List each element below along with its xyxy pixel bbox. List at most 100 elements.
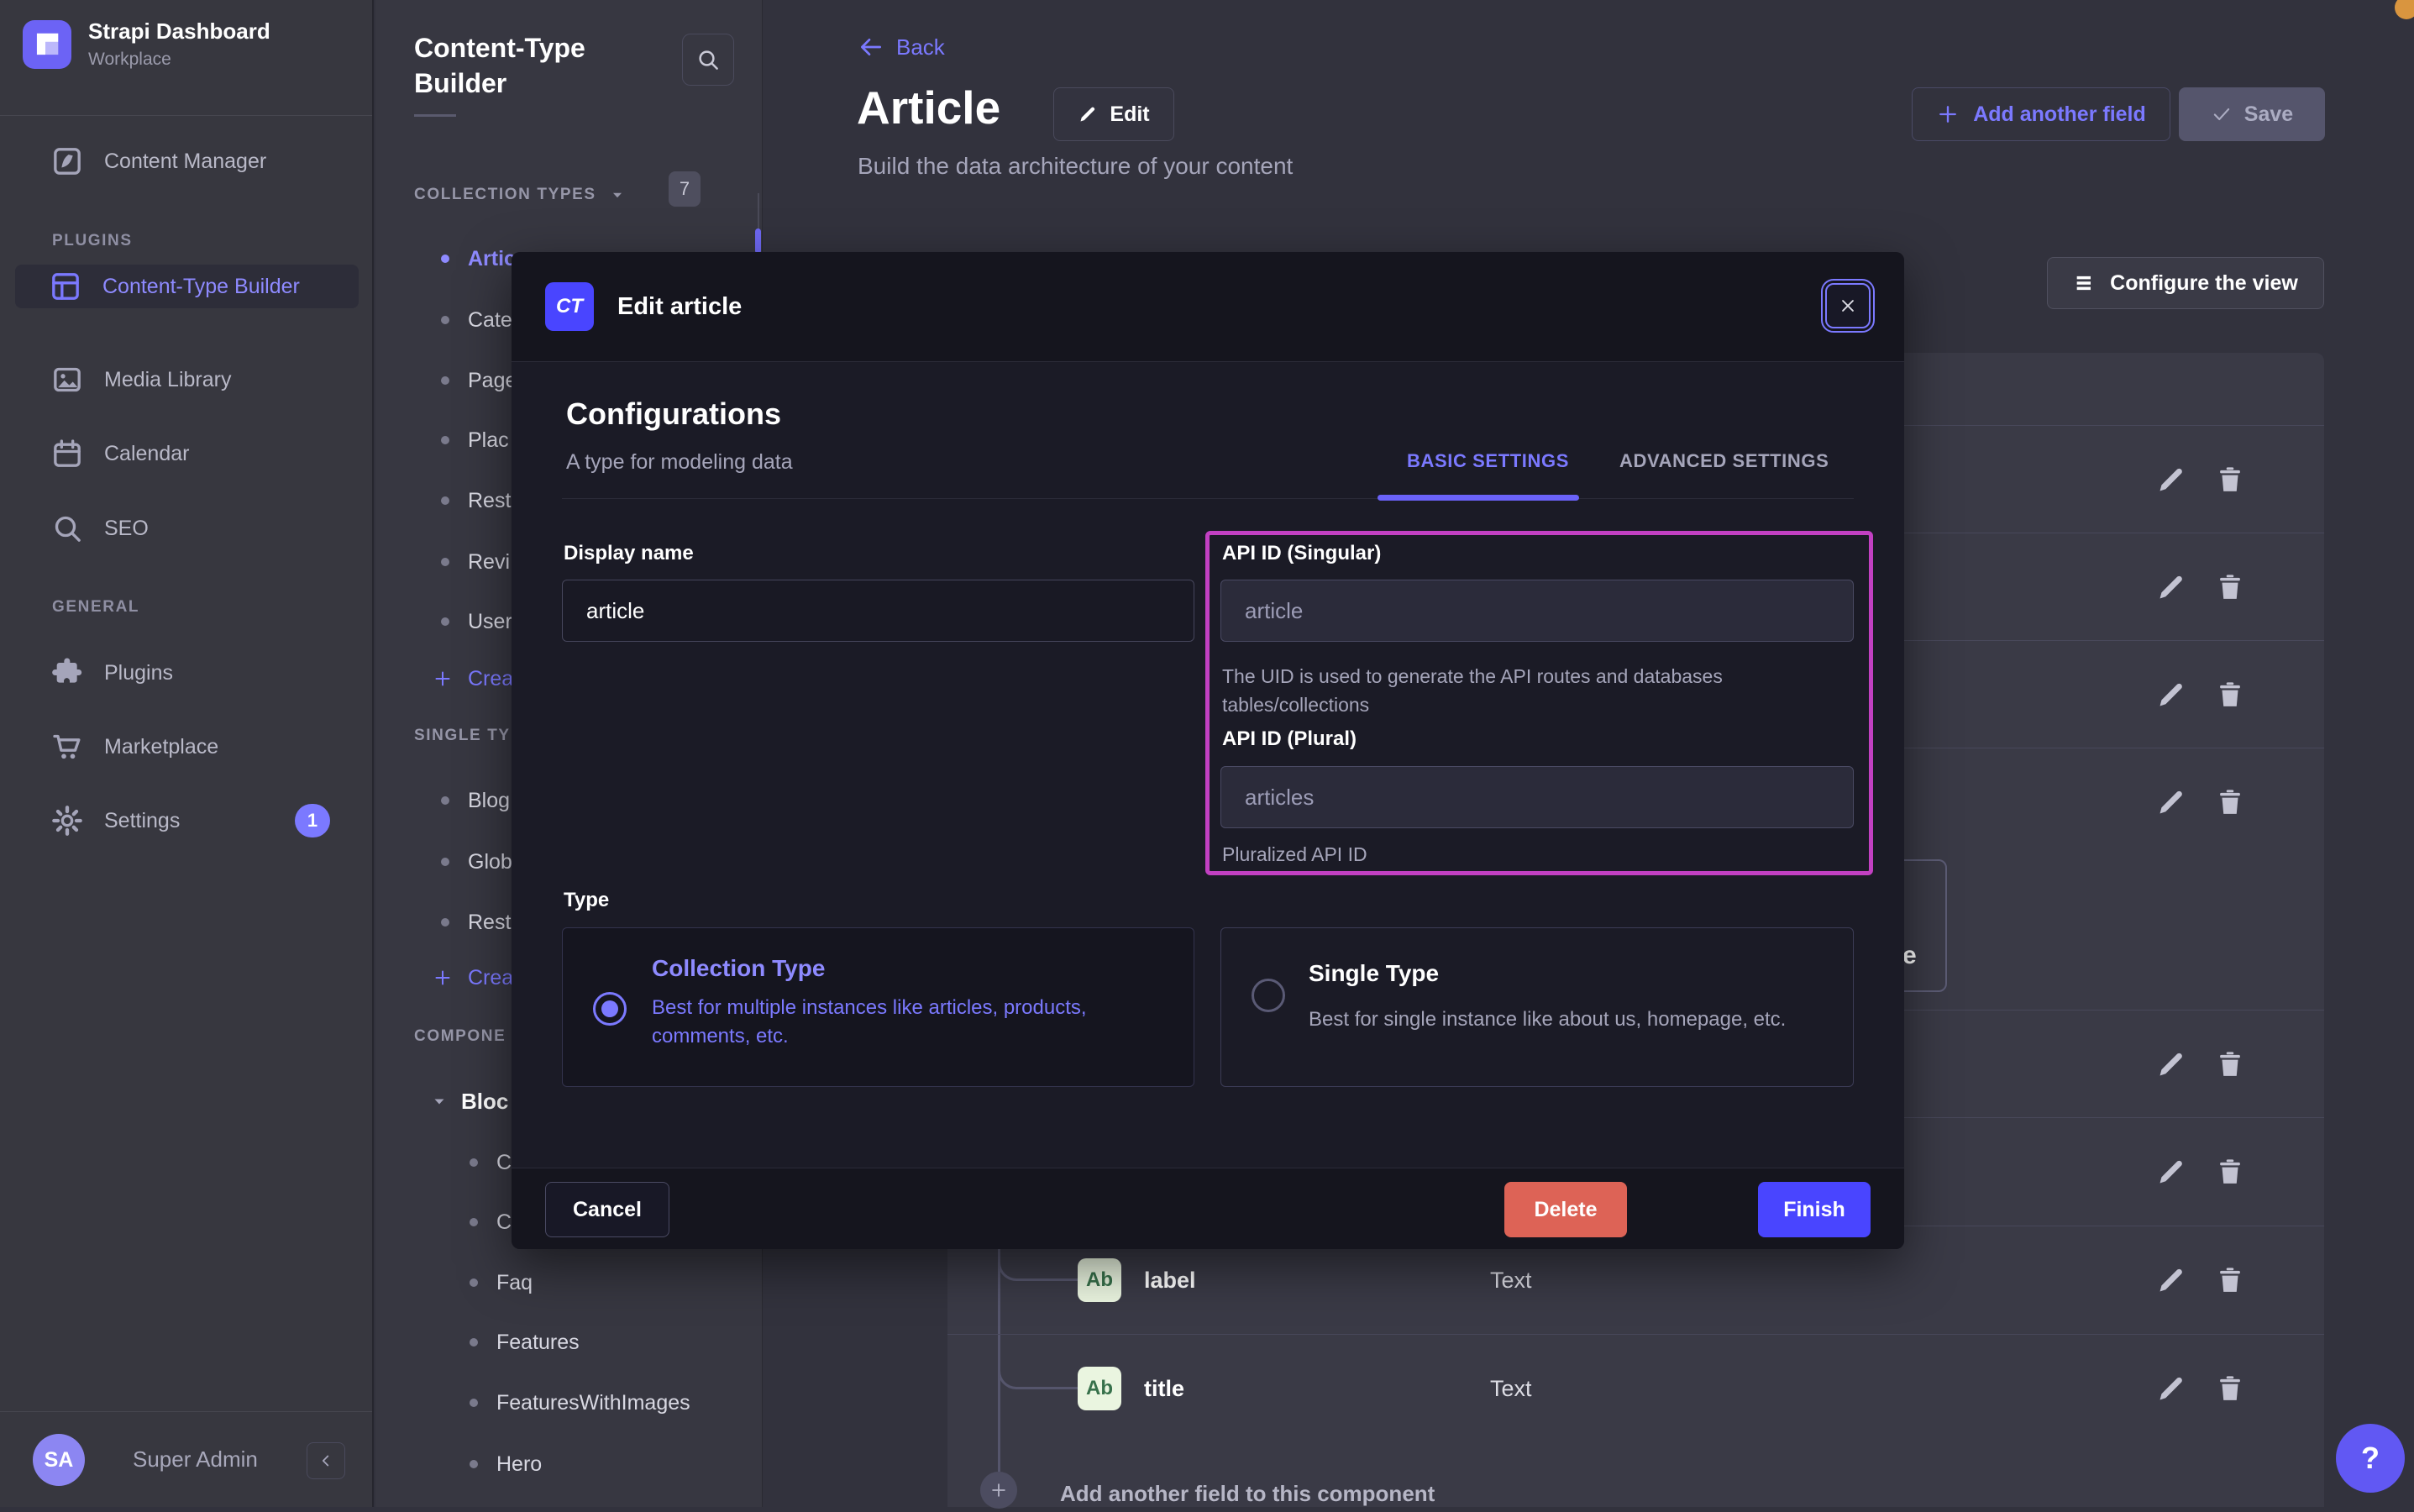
edit-field-icon[interactable] bbox=[2155, 464, 2187, 496]
bullet-icon bbox=[441, 496, 449, 505]
edit-field-icon[interactable] bbox=[2155, 1264, 2187, 1296]
sidebar-item-label: Settings bbox=[104, 809, 180, 833]
configure-view-button[interactable]: Configure the view bbox=[2047, 257, 2324, 309]
collection-type-option[interactable]: Collection Type Best for multiple instan… bbox=[562, 927, 1194, 1087]
builder-item-label: Cate bbox=[468, 308, 512, 333]
delete-field-icon[interactable] bbox=[2214, 1373, 2246, 1404]
seo-search-icon bbox=[50, 512, 84, 545]
cancel-button[interactable]: Cancel bbox=[545, 1182, 669, 1237]
list-menu-icon bbox=[2073, 271, 2097, 295]
tab-basic-settings[interactable]: BASIC SETTINGS bbox=[1407, 450, 1569, 472]
edit-button[interactable]: Edit bbox=[1053, 87, 1174, 141]
title-divider bbox=[414, 114, 456, 117]
add-field-plus-button[interactable] bbox=[980, 1472, 1017, 1509]
component-item[interactable]: Features bbox=[375, 1322, 763, 1362]
edit-field-icon[interactable] bbox=[2155, 1156, 2187, 1188]
component-partial-label: e bbox=[1902, 942, 1917, 970]
finish-button[interactable]: Finish bbox=[1758, 1182, 1871, 1237]
builder-item-label: FeaturesWithImages bbox=[496, 1391, 690, 1415]
delete-field-icon[interactable] bbox=[2214, 464, 2246, 496]
bullet-icon bbox=[441, 796, 449, 805]
builder-panel-title: Content-Type Builder bbox=[414, 30, 666, 101]
sidebar-item-settings[interactable]: Settings 1 bbox=[0, 794, 374, 848]
bullet-icon bbox=[470, 1460, 478, 1468]
api-id-singular-input[interactable] bbox=[1220, 580, 1854, 642]
edit-field-icon[interactable] bbox=[2155, 679, 2187, 711]
single-type-description: Best for single instance like about us, … bbox=[1309, 1005, 1786, 1034]
search-icon bbox=[695, 47, 721, 72]
add-component-field-label[interactable]: Add another field to this component bbox=[1060, 1475, 1435, 1512]
edit-field-icon[interactable] bbox=[2155, 571, 2187, 603]
recording-indicator-dot bbox=[2395, 0, 2414, 19]
add-another-field-button[interactable]: Add another field bbox=[1912, 87, 2170, 141]
check-icon bbox=[2211, 103, 2233, 125]
tab-advanced-settings[interactable]: ADVANCED SETTINGS bbox=[1619, 450, 1829, 472]
general-section-label: GENERAL bbox=[52, 598, 139, 617]
builder-item-label: Page bbox=[468, 369, 517, 393]
field-name: label bbox=[1144, 1268, 1196, 1294]
delete-button[interactable]: Delete bbox=[1504, 1182, 1627, 1237]
back-link[interactable]: Back bbox=[858, 34, 945, 60]
section-header-label: SINGLE TY bbox=[414, 727, 511, 745]
edit-label: Edit bbox=[1110, 102, 1149, 127]
component-item[interactable]: Faq bbox=[375, 1263, 763, 1303]
delete-field-icon[interactable] bbox=[2214, 1264, 2246, 1296]
delete-field-icon[interactable] bbox=[2214, 1156, 2246, 1188]
sidebar-item-media-library[interactable]: Media Library bbox=[0, 353, 374, 407]
builder-item-label: Revi bbox=[468, 550, 510, 575]
help-button[interactable]: ? bbox=[2336, 1424, 2405, 1493]
pencil-icon bbox=[1078, 104, 1098, 124]
modal-close-button[interactable] bbox=[1825, 283, 1871, 328]
plugins-section-label: PLUGINS bbox=[52, 232, 133, 250]
delete-field-icon[interactable] bbox=[2214, 1048, 2246, 1080]
collection-type-description: Best for multiple instances like article… bbox=[652, 994, 1181, 1051]
sidebar-item-marketplace[interactable]: Marketplace bbox=[0, 720, 374, 774]
workspace-brand[interactable]: Strapi Dashboard Workplace bbox=[23, 18, 270, 70]
settings-gear-icon bbox=[50, 804, 84, 837]
single-type-option[interactable]: Single Type Best for single instance lik… bbox=[1220, 927, 1854, 1087]
bullet-icon bbox=[441, 558, 449, 566]
collapse-sidebar-button[interactable] bbox=[307, 1442, 345, 1479]
active-tab-underline bbox=[1378, 495, 1579, 501]
sidebar-item-content-manager[interactable]: Content Manager bbox=[0, 134, 374, 188]
bullet-icon bbox=[441, 617, 449, 626]
panel-scrollbar-thumb[interactable] bbox=[755, 228, 761, 254]
api-id-plural-input[interactable] bbox=[1220, 766, 1854, 828]
media-library-icon bbox=[50, 363, 84, 396]
edit-field-icon[interactable] bbox=[2155, 1373, 2187, 1404]
save-button[interactable]: Save bbox=[2179, 87, 2325, 141]
display-name-input[interactable] bbox=[562, 580, 1194, 642]
sidebar-item-seo[interactable]: SEO bbox=[0, 501, 374, 555]
modal-title: Edit article bbox=[617, 293, 742, 321]
component-item[interactable]: FeaturesWithImages bbox=[375, 1383, 763, 1423]
delete-field-icon[interactable] bbox=[2214, 571, 2246, 603]
plus-icon bbox=[989, 1481, 1008, 1499]
content-manager-icon bbox=[50, 144, 84, 178]
delete-field-icon[interactable] bbox=[2214, 786, 2246, 818]
bullet-icon bbox=[470, 1218, 478, 1226]
single-type-radio[interactable] bbox=[1252, 979, 1285, 1012]
collection-types-header[interactable]: COLLECTION TYPES7 bbox=[375, 175, 763, 215]
edit-field-icon[interactable] bbox=[2155, 1048, 2187, 1080]
sidebar-item-plugins[interactable]: Plugins bbox=[0, 646, 374, 700]
display-name-label: Display name bbox=[564, 542, 694, 565]
delete-field-icon[interactable] bbox=[2214, 679, 2246, 711]
search-button[interactable] bbox=[682, 34, 734, 86]
component-item[interactable]: Hero bbox=[375, 1444, 763, 1484]
sidebar-item-label: Calendar bbox=[104, 442, 189, 466]
api-uid-helper-text: The UID is used to generate the API rout… bbox=[1222, 662, 1860, 719]
edit-field-icon[interactable] bbox=[2155, 786, 2187, 818]
sidebar-item-label: Content-Type Builder bbox=[102, 275, 300, 299]
collection-type-radio[interactable] bbox=[593, 992, 627, 1026]
bullet-icon bbox=[441, 376, 449, 385]
user-avatar[interactable]: SA bbox=[33, 1434, 85, 1486]
calendar-icon bbox=[50, 437, 84, 470]
sidebar-item-label: Plugins bbox=[104, 661, 173, 685]
sidebar-item-content-type-builder[interactable]: Content-Type Builder bbox=[15, 265, 359, 308]
bullet-icon bbox=[470, 1278, 478, 1287]
sidebar-item-label: Marketplace bbox=[104, 735, 218, 759]
save-label: Save bbox=[2244, 102, 2293, 127]
sidebar-item-calendar[interactable]: Calendar bbox=[0, 427, 374, 480]
close-icon bbox=[1839, 297, 1857, 315]
builder-item-label: Faq bbox=[496, 1271, 533, 1295]
